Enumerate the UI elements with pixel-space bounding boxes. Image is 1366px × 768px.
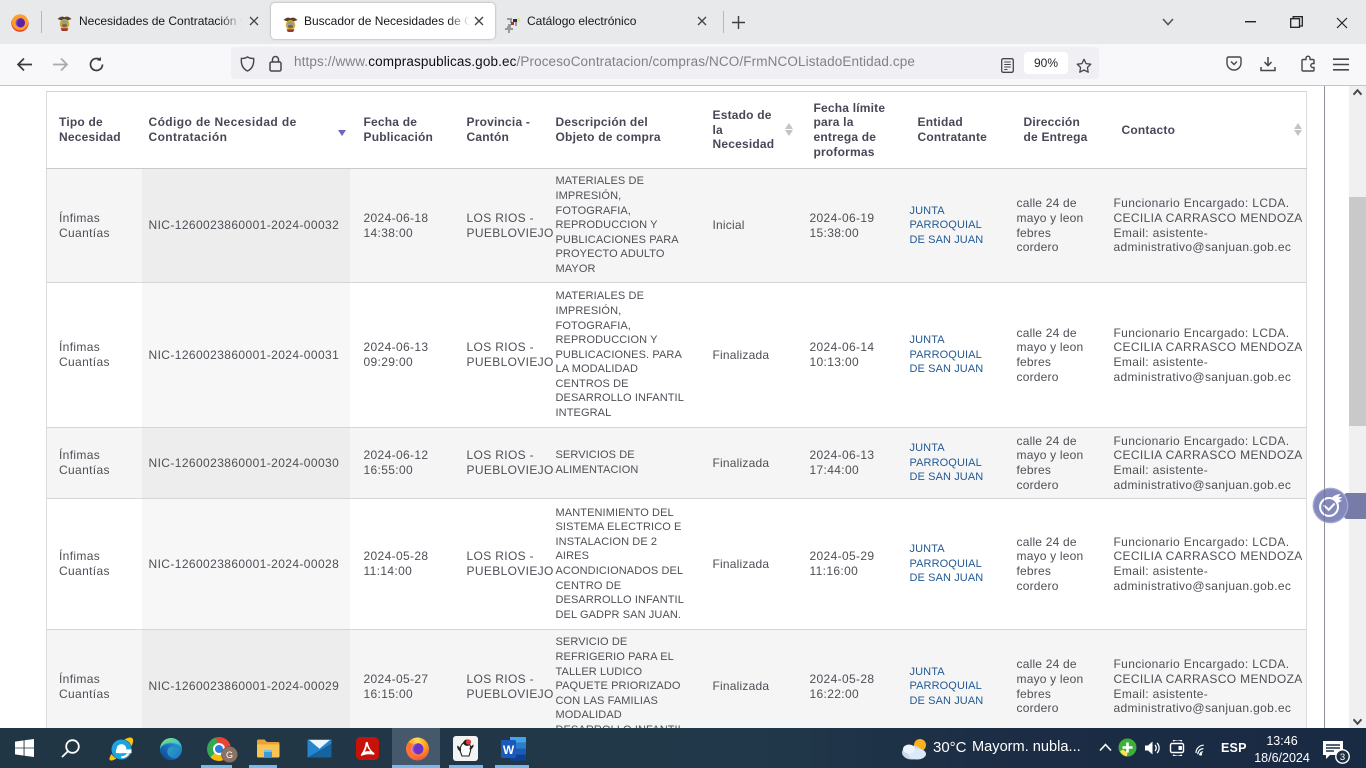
svg-text:G: G xyxy=(226,750,233,760)
svg-text:3: 3 xyxy=(1340,752,1345,763)
svg-text:W: W xyxy=(503,743,515,757)
